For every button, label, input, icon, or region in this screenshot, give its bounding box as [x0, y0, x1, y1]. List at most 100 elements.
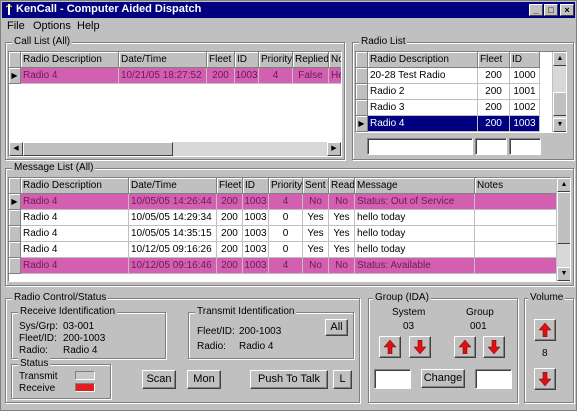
cell-desc: Radio 4 — [368, 116, 478, 132]
scroll-left-icon[interactable]: ◀ — [9, 142, 23, 156]
arrow-up-icon — [459, 340, 471, 354]
scroll-up-icon[interactable]: ▲ — [557, 178, 570, 192]
cell-desc: Radio 4 — [21, 194, 129, 210]
change-button[interactable]: Change — [421, 369, 465, 388]
close-button[interactable]: × — [560, 4, 574, 16]
cell-desc: Radio 4 — [21, 68, 119, 84]
l-button[interactable]: L — [333, 370, 352, 389]
menu-options[interactable]: Options — [33, 20, 71, 32]
table-row[interactable]: 20-28 Test Radio 200 1000 — [356, 68, 540, 84]
all-button[interactable]: All — [325, 319, 348, 336]
col-radio-description[interactable]: Radio Description — [21, 178, 129, 194]
push-to-talk-button[interactable]: Push To Talk — [250, 370, 328, 389]
scroll-right-icon[interactable]: ▶ — [327, 142, 341, 156]
transmit-fleet-id-label: Fleet/ID: — [197, 326, 235, 337]
col-priority[interactable]: Priority — [269, 178, 303, 194]
group-up-button[interactable] — [454, 336, 476, 358]
radio-list-vscroll[interactable]: ▲ ▼ — [552, 52, 566, 132]
cell-id: 1003 — [243, 210, 269, 226]
maximize-button[interactable]: □ — [544, 4, 558, 16]
message-list-header: Radio Description Date/Time Fleet ID Pri… — [9, 178, 557, 194]
col-notes[interactable]: No — [329, 52, 341, 68]
cell-message: hello today — [355, 226, 475, 242]
table-row[interactable]: Radio 3 200 1002 — [356, 100, 540, 116]
col-priority[interactable]: Priority — [259, 52, 293, 68]
group-down-button[interactable] — [483, 336, 505, 358]
message-list-vscroll[interactable]: ▲ ▼ — [556, 178, 570, 281]
call-list-grid[interactable]: Radio Description Date/Time Fleet ID Pri… — [8, 51, 342, 157]
cell-fleet: 200 — [217, 242, 243, 258]
call-list-hscroll[interactable]: ◀ ▶ — [9, 142, 341, 156]
table-row[interactable]: Radio 2 200 1001 — [356, 84, 540, 100]
col-id[interactable]: ID — [510, 52, 540, 68]
system-label: System — [392, 307, 426, 318]
scroll-down-icon[interactable]: ▼ — [553, 118, 566, 132]
volume-value: 8 — [542, 348, 548, 359]
table-row[interactable]: Radio 4 10/12/05 09:16:46 200 1003 4 No … — [9, 258, 557, 274]
cell-desc: Radio 3 — [368, 100, 478, 116]
group-input[interactable] — [475, 369, 512, 389]
transmit-status-label: Transmit — [19, 371, 58, 382]
message-list-grid[interactable]: Radio Description Date/Time Fleet ID Pri… — [8, 177, 571, 282]
col-fleet[interactable]: Fleet — [478, 52, 510, 68]
radio-list-grid[interactable]: Radio Description Fleet ID 20-28 Test Ra… — [355, 51, 567, 133]
scroll-down-icon[interactable]: ▼ — [557, 267, 570, 281]
table-row[interactable]: ▶ Radio 4 10/05/05 14:26:44 200 1003 4 N… — [9, 194, 557, 210]
cell-sent: Yes — [303, 210, 329, 226]
cell-fleet: 200 — [217, 258, 243, 274]
col-id[interactable]: ID — [243, 178, 269, 194]
radio-id-filter-input[interactable] — [509, 138, 541, 155]
scroll-up-icon[interactable]: ▲ — [553, 52, 566, 66]
transmit-radio-value: Radio 4 — [239, 341, 274, 352]
arrow-down-icon — [539, 372, 551, 386]
col-replied[interactable]: Replied — [293, 52, 329, 68]
col-radio-description[interactable]: Radio Description — [21, 52, 119, 68]
system-input[interactable] — [374, 369, 411, 389]
col-fleet[interactable]: Fleet — [207, 52, 235, 68]
minimize-button[interactable]: _ — [529, 4, 543, 16]
col-radio-description[interactable]: Radio Description — [368, 52, 478, 68]
scan-button[interactable]: Scan — [142, 370, 176, 389]
radio-fleet-filter-input[interactable] — [475, 138, 507, 155]
cell-sent: Yes — [303, 226, 329, 242]
table-row[interactable]: ▶ Radio 4 10/21/05 18:27:52 200 1003 4 F… — [9, 68, 341, 84]
col-notes[interactable]: Notes — [475, 178, 557, 194]
title-bar[interactable]: KenCall - Computer Aided Dispatch _ □ × — [2, 2, 575, 18]
cell-sent: No — [303, 258, 329, 274]
table-row[interactable]: Radio 4 10/05/05 14:29:34 200 1003 0 Yes… — [9, 210, 557, 226]
system-up-button[interactable] — [379, 336, 401, 358]
transmit-radio-label: Radio: — [197, 341, 226, 352]
table-row[interactable]: Radio 4 10/05/05 14:35:15 200 1003 0 Yes… — [9, 226, 557, 242]
volume-label: Volume — [528, 292, 566, 303]
cell-read: Yes — [329, 242, 355, 258]
table-row[interactable]: ▶ Radio 4 200 1003 — [356, 116, 540, 132]
col-message[interactable]: Message — [355, 178, 475, 194]
table-row[interactable]: Radio 4 10/12/05 09:16:26 200 1003 0 Yes… — [9, 242, 557, 258]
system-down-button[interactable] — [409, 336, 431, 358]
cell-notes — [475, 210, 557, 226]
volume-down-button[interactable] — [534, 368, 556, 390]
arrow-down-icon — [488, 340, 500, 354]
scroll-thumb[interactable] — [553, 92, 566, 116]
scroll-thumb[interactable] — [557, 192, 570, 244]
volume-up-button[interactable] — [534, 319, 556, 341]
cell-fleet: 200 — [217, 210, 243, 226]
col-id[interactable]: ID — [235, 52, 259, 68]
col-date-time[interactable]: Date/Time — [119, 52, 207, 68]
receive-fleet-id-value: 200-1003 — [63, 333, 106, 344]
scroll-thumb[interactable] — [23, 142, 173, 156]
mon-button[interactable]: Mon — [187, 370, 221, 389]
cell-datetime: 10/12/05 09:16:46 — [129, 258, 217, 274]
cell-notes — [475, 194, 557, 210]
cell-desc: Radio 4 — [21, 226, 129, 242]
receive-identification-label: Receive Identification — [18, 306, 118, 317]
col-fleet[interactable]: Fleet — [217, 178, 243, 194]
radio-desc-filter-input[interactable] — [367, 138, 473, 155]
col-date-time[interactable]: Date/Time — [129, 178, 217, 194]
menu-help[interactable]: Help — [77, 20, 100, 32]
col-sent[interactable]: Sent — [303, 178, 329, 194]
sys-grp-label: Sys/Grp: — [19, 321, 58, 332]
menu-file[interactable]: File — [7, 20, 25, 32]
col-read[interactable]: Read — [329, 178, 355, 194]
message-list-label: Message List (All) — [12, 162, 96, 173]
